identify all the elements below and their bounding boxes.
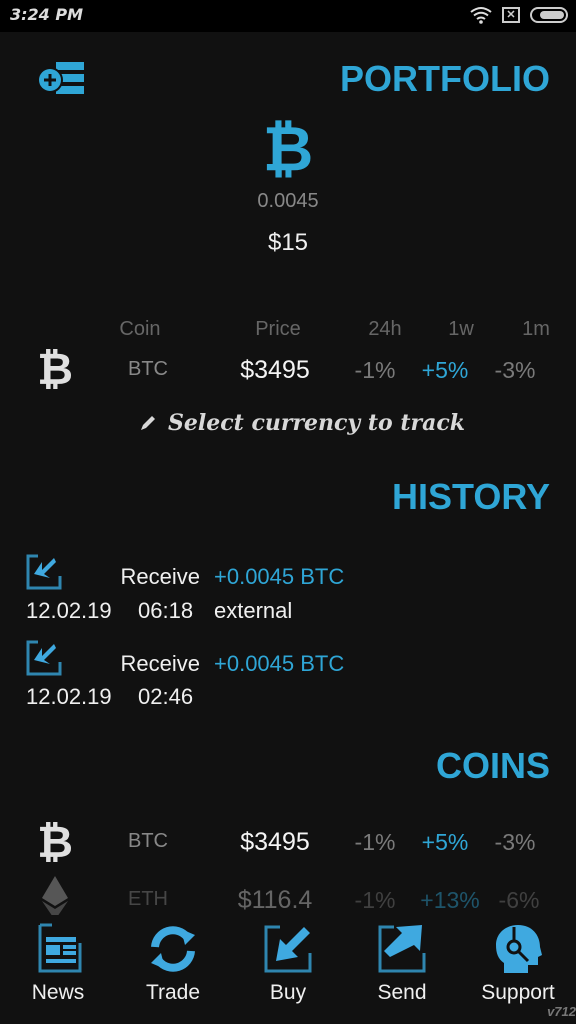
history-date: 12.02.19 [26, 684, 112, 709]
coin-price: $116.4 [237, 886, 313, 914]
history-type: Receive [120, 564, 200, 589]
news-icon [38, 923, 82, 973]
change-1w: +5% [421, 829, 469, 855]
battery-icon [530, 7, 568, 23]
coin-price: $3495 [240, 828, 310, 856]
no-sim-icon: ✕ [502, 7, 520, 23]
history-note: external [214, 598, 293, 623]
change-24h: -1% [354, 357, 396, 383]
bitcoin-icon: ₿ [262, 115, 314, 184]
nav-buy[interactable]: Buy [238, 923, 338, 1005]
change-1m: -3% [494, 357, 536, 383]
change-1m: -3% [494, 829, 536, 855]
select-currency-link[interactable]: Select currency to track [138, 410, 465, 436]
change-24h: -1% [354, 887, 396, 913]
change-1m: -6% [498, 887, 540, 913]
support-icon [496, 925, 542, 973]
select-currency-label: Select currency to track [168, 410, 465, 436]
nav-news-label: News [31, 981, 85, 1004]
header-1m: 1m [522, 318, 550, 340]
history-time: 02:46 [138, 684, 194, 709]
header-price: Price [255, 318, 301, 340]
coins-title: COINS [435, 745, 550, 786]
status-time: 3:24 PM [10, 5, 84, 24]
history-amount: +0.0045 BTC [214, 651, 345, 676]
history-title: HISTORY [391, 476, 550, 517]
history-item[interactable]: Receive +0.0045 BTC 12.02.19 06:18 exter… [0, 552, 576, 632]
history-amount: +0.0045 BTC [214, 564, 345, 589]
change-1w: +13% [420, 887, 480, 913]
ethereum-icon [42, 876, 68, 920]
coin-symbol: BTC [128, 830, 168, 852]
nav-trade-label: Trade [145, 981, 201, 1004]
version-label: v712 [547, 1004, 576, 1019]
trade-icon [151, 926, 195, 972]
receive-icon [26, 640, 62, 676]
nav-send-label: Send [377, 981, 427, 1004]
pencil-icon [141, 416, 155, 430]
add-list-icon[interactable] [36, 60, 88, 96]
portfolio-title: PORTFOLIO [340, 58, 550, 99]
header-1w: 1w [448, 318, 474, 340]
bottom-nav: News Trade Buy Send Support [0, 915, 576, 1024]
history-item[interactable]: Receive +0.0045 BTC 12.02.19 02:46 [0, 638, 576, 718]
nav-buy-label: Buy [269, 981, 307, 1004]
history-type: Receive [120, 651, 200, 676]
nav-support[interactable]: Support [468, 923, 568, 1005]
buy-icon [264, 925, 312, 973]
header-24h: 24h [368, 318, 402, 340]
nav-support-label: Support [481, 981, 555, 1004]
nav-news[interactable]: News [8, 923, 108, 1005]
change-24h: -1% [354, 829, 396, 855]
coin-price: $3495 [240, 356, 310, 384]
history-time: 06:18 [138, 598, 194, 623]
bitcoin-icon: ₿ [37, 818, 73, 867]
coin-symbol: BTC [128, 358, 168, 380]
status-bar: 3:24 PM ✕ [0, 0, 576, 32]
nav-trade[interactable]: Trade [123, 923, 223, 1005]
header-coin: Coin [119, 318, 161, 340]
send-icon [378, 925, 426, 973]
coin-symbol: ETH [128, 888, 168, 910]
wifi-icon [470, 7, 492, 24]
nav-send[interactable]: Send [352, 923, 452, 1005]
change-1w: +5% [421, 357, 469, 383]
bitcoin-icon: ₿ [37, 345, 73, 394]
receive-icon [26, 554, 62, 590]
portfolio-amount: 0.0045 [257, 190, 319, 212]
portfolio-usd-value: $15 [267, 229, 309, 256]
history-date: 12.02.19 [26, 598, 112, 623]
